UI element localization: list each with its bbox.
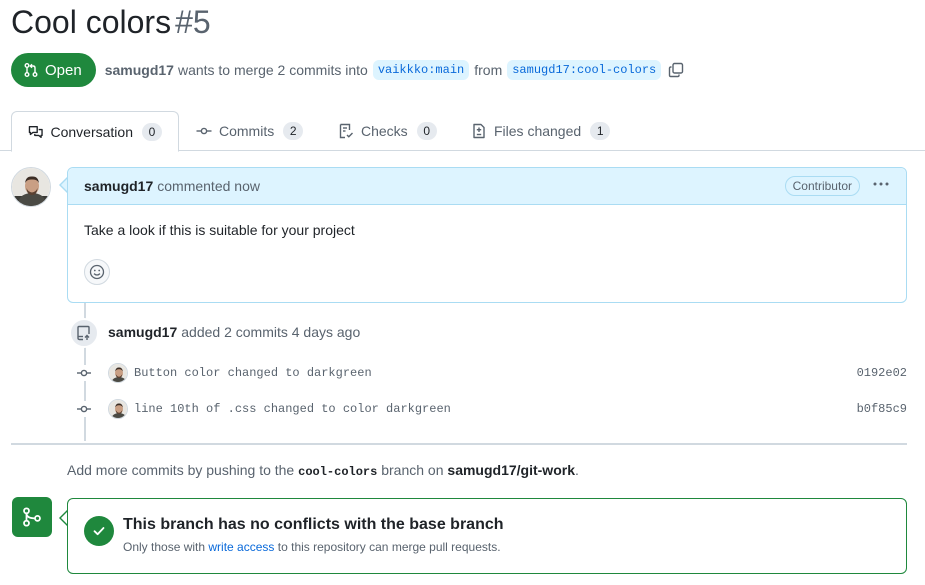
repo-push-icon	[77, 325, 90, 341]
hint-suffix: .	[575, 462, 579, 478]
commit-author-avatar[interactable]	[108, 399, 128, 419]
hint-prefix: Add more commits by pushing to the	[67, 462, 295, 478]
commit-sha[interactable]: 0192e02	[857, 366, 907, 380]
commit-author-avatar[interactable]	[108, 363, 128, 383]
hint-branch: cool-colors	[298, 465, 378, 479]
hint-middle: branch on	[381, 462, 444, 478]
push-event-text: samugd17 added 2 commits 4 days ago	[108, 324, 360, 340]
author-link[interactable]: samugd17	[105, 62, 174, 78]
merge-status-icon-box	[12, 497, 52, 537]
tab-counter: 2	[283, 122, 304, 140]
tab-counter: 0	[142, 122, 162, 141]
tab-commits[interactable]: Commits 2	[180, 111, 319, 151]
merge-status-subtitle: Only those with write access to this rep…	[123, 540, 501, 554]
tab-label: Checks	[361, 123, 408, 139]
commit-message[interactable]: Button color changed to darkgreen	[134, 366, 372, 380]
tab-label: Commits	[219, 123, 275, 139]
commit-sha[interactable]: b0f85c9	[857, 402, 907, 416]
pr-meta: Open samugd17 wants to merge 2 commits i…	[11, 53, 684, 87]
hint-repo: samugd17/git-work	[447, 462, 575, 478]
checklist-icon	[339, 123, 354, 139]
smiley-icon	[89, 264, 105, 280]
contributor-badge: Contributor	[784, 176, 860, 196]
user-photo	[12, 168, 50, 206]
comment-header: samugd17 commented now Contributor	[68, 168, 906, 205]
timeline-divider	[11, 443, 907, 445]
pr-title-text: Cool colors	[11, 4, 172, 40]
file-diff-icon	[473, 123, 485, 139]
push-author[interactable]: samugd17	[108, 324, 177, 340]
add-reaction-button[interactable]	[84, 259, 110, 285]
state-badge: Open	[11, 53, 96, 87]
commit-row: Button color changed to darkgreen 0192e0…	[76, 362, 907, 384]
comment-timestamp[interactable]: commented now	[157, 178, 260, 194]
avatar[interactable]	[11, 167, 51, 207]
merge-status-box: This branch has no conflicts with the ba…	[67, 498, 907, 574]
tab-files-changed[interactable]: Files changed 1	[455, 111, 626, 151]
pr-number: #5	[175, 4, 211, 40]
push-hint: Add more commits by pushing to the cool-…	[67, 462, 579, 479]
merge-status-title: This branch has no conflicts with the ba…	[123, 516, 504, 533]
comment-author[interactable]: samugd17	[84, 178, 153, 194]
git-merge-icon	[23, 507, 41, 527]
tab-counter: 0	[416, 122, 437, 140]
tab-label: Conversation	[50, 123, 134, 140]
merge-sub-suffix: to this repository can merge pull reques…	[277, 540, 501, 554]
comment-discussion-icon	[28, 125, 43, 138]
git-commit-icon	[76, 365, 92, 381]
commit-row: line 10th of .css changed to color darkg…	[76, 398, 907, 420]
git-commit-icon	[196, 127, 212, 135]
push-description: added 2 commits 4 days ago	[181, 324, 361, 340]
comment-options-button[interactable]	[872, 176, 890, 197]
kebab-horizontal-icon	[873, 182, 889, 185]
pr-tabs: Conversation 0 Commits 2 Checks 0 Files …	[0, 111, 925, 152]
git-pull-request-icon	[24, 63, 38, 77]
pr-title: Cool colors #5	[11, 4, 211, 41]
from-text: from	[474, 62, 503, 78]
write-access-link[interactable]: write access	[208, 540, 274, 554]
tab-conversation[interactable]: Conversation 0	[11, 111, 179, 152]
commit-message[interactable]: line 10th of .css changed to color darkg…	[134, 402, 451, 416]
copy-branch-button[interactable]	[668, 62, 684, 78]
tab-label: Files changed	[494, 123, 582, 139]
comment-box: samugd17 commented now Contributor Take …	[67, 167, 907, 303]
comment-body: Take a look if this is suitable for your…	[84, 222, 355, 238]
merge-description: samugd17 wants to merge 2 commits into v…	[105, 60, 685, 80]
tab-counter: 1	[590, 122, 611, 140]
git-commit-icon	[76, 401, 92, 417]
check-circle-icon	[84, 516, 114, 546]
state-label: Open	[45, 61, 82, 79]
base-branch[interactable]: vaikkko:main	[372, 60, 470, 80]
push-event-badge	[69, 318, 99, 348]
head-branch[interactable]: samugd17:cool-colors	[507, 60, 662, 80]
tab-checks[interactable]: Checks 0	[322, 111, 453, 151]
copy-icon	[669, 62, 684, 78]
merge-text: wants to merge 2 commits into	[177, 62, 368, 78]
merge-sub-prefix: Only those with	[123, 540, 206, 554]
